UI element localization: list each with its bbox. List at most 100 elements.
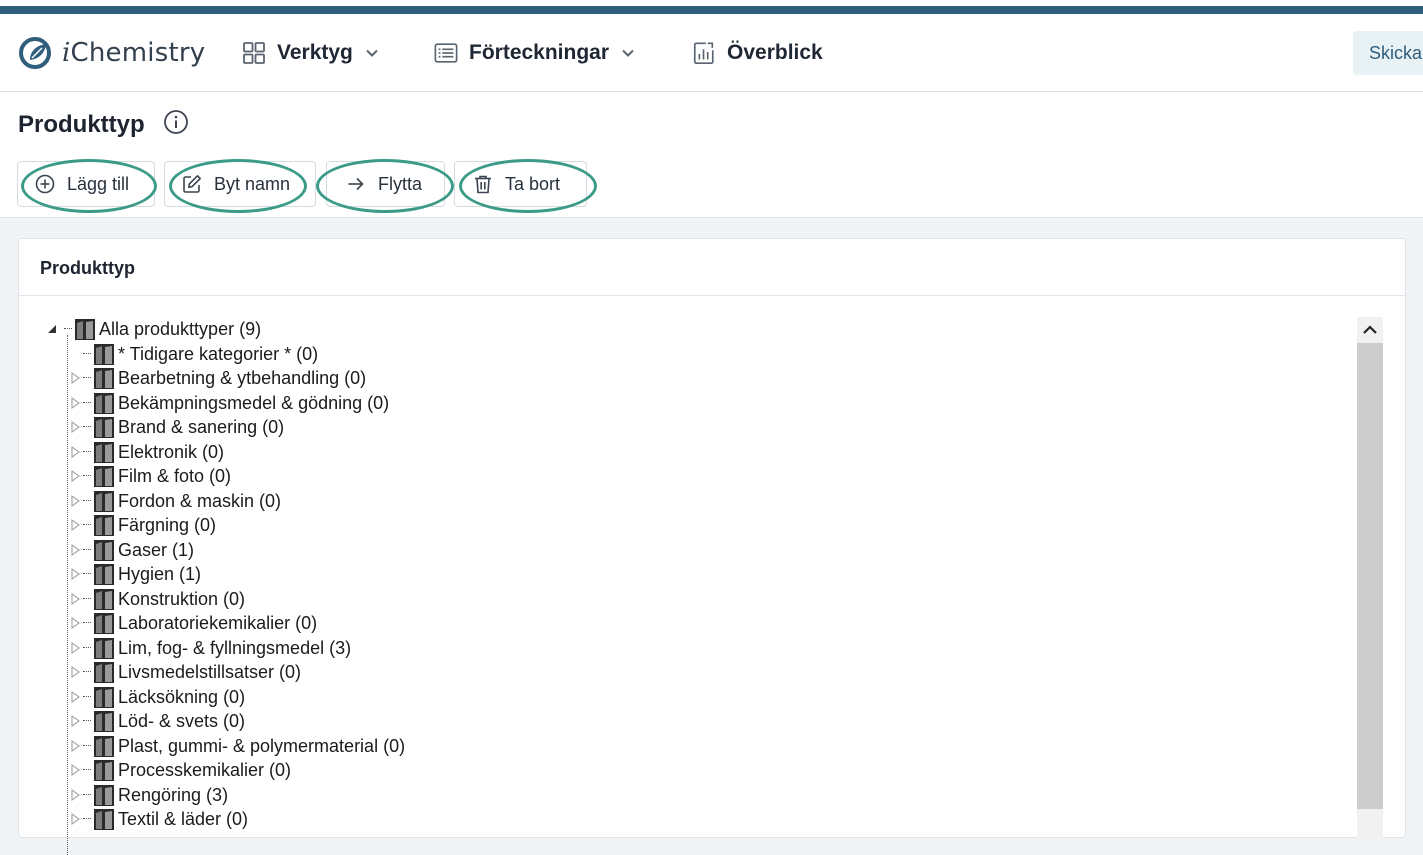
brand-rest: Chemistry — [70, 38, 206, 68]
tree-node-label: Fordon & maskin (0) — [118, 490, 282, 511]
tree-connector — [83, 818, 91, 820]
tree-node-label: Hygien (1) — [118, 563, 202, 584]
collapsed-triangle-icon[interactable] — [71, 495, 80, 507]
accent-stripe — [0, 6, 1423, 14]
send-button[interactable]: Skicka — [1353, 31, 1423, 75]
delete-button[interactable]: Ta bort — [454, 161, 587, 207]
collapsed-triangle-icon[interactable] — [71, 544, 80, 556]
tree-node[interactable]: Konstruktion (0) — [71, 587, 245, 611]
top-accent-bar — [0, 0, 1423, 14]
info-icon[interactable] — [163, 109, 189, 135]
tree-node[interactable]: Elektronik (0) — [71, 440, 224, 464]
tree-node[interactable]: Gaser (1) — [71, 538, 194, 562]
tree-node[interactable]: * Tidigare kategorier * (0) — [71, 342, 318, 366]
arrow-right-icon — [348, 177, 364, 191]
tree-node-label: Färgning (0) — [118, 514, 217, 535]
collapsed-triangle-icon[interactable] — [71, 568, 80, 580]
nav-forteckningar-label: Förteckningar — [469, 41, 610, 64]
collapsed-triangle-icon[interactable] — [71, 593, 80, 605]
tree-node[interactable]: Livsmedelstillsatser (0) — [71, 660, 301, 684]
tree-root-node[interactable]: Alla produkttyper (9) — [46, 317, 261, 341]
tree-connector — [83, 426, 91, 428]
tree-node[interactable]: Plast, gummi- & polymermaterial (0) — [71, 734, 405, 758]
tree-node-label: Plast, gummi- & polymermaterial (0) — [118, 735, 406, 756]
collapsed-triangle-icon[interactable] — [71, 715, 80, 727]
tree-connector — [83, 475, 91, 477]
add-button[interactable]: Lägg till — [17, 161, 155, 207]
folder-icon — [94, 589, 114, 610]
rename-button[interactable]: Byt namn — [164, 161, 316, 207]
collapsed-triangle-icon[interactable] — [71, 813, 80, 825]
tree-node[interactable]: Läcksökning (0) — [71, 685, 245, 709]
folder-icon — [94, 540, 114, 561]
collapsed-triangle-icon[interactable] — [71, 421, 80, 433]
tree-node[interactable]: Bearbetning & ytbehandling (0) — [71, 366, 366, 390]
panel-title: Produkttyp — [19, 239, 1405, 296]
tree-node[interactable]: Film & foto (0) — [71, 464, 231, 488]
collapsed-triangle-icon[interactable] — [71, 446, 80, 458]
expanded-triangle-icon[interactable] — [46, 323, 58, 335]
collapsed-triangle-icon[interactable] — [71, 691, 80, 703]
nav-forteckningar[interactable]: Förteckningar — [434, 38, 635, 68]
grid-icon — [243, 42, 265, 64]
tree-node[interactable]: Brand & sanering (0) — [71, 415, 284, 439]
tree-node-label: Bekämpningsmedel & gödning (0) — [118, 392, 390, 413]
folder-icon — [94, 344, 114, 365]
list-icon — [434, 43, 458, 63]
edit-icon — [183, 175, 201, 193]
collapsed-triangle-icon[interactable] — [71, 397, 80, 409]
tree-node[interactable]: Hygien (1) — [71, 562, 201, 586]
tree-node[interactable]: Laboratoriekemikalier (0) — [71, 611, 317, 635]
tree-node[interactable]: Färgning (0) — [71, 513, 216, 537]
tree-node-label: Elektronik (0) — [118, 441, 225, 462]
collapsed-triangle-icon[interactable] — [71, 764, 80, 776]
folder-icon — [94, 466, 114, 487]
folder-icon — [94, 785, 114, 806]
tree-node[interactable]: Processkemikalier (0) — [71, 758, 291, 782]
folder-icon — [94, 491, 114, 512]
folder-icon — [94, 368, 114, 389]
tree-node-label: Brand & sanering (0) — [118, 416, 285, 437]
tree-node-label: Processkemikalier (0) — [118, 759, 292, 780]
collapsed-triangle-icon[interactable] — [71, 470, 80, 482]
move-button[interactable]: Flytta — [326, 161, 445, 207]
tree-node-label: Löd- & svets (0) — [118, 710, 246, 731]
scroll-up-button[interactable] — [1357, 317, 1383, 343]
collapsed-triangle-icon[interactable] — [71, 642, 80, 654]
nav-verktyg[interactable]: Verktyg — [242, 38, 379, 68]
tree-scrollbar[interactable] — [1357, 317, 1383, 839]
tree-node-label: Textil & läder (0) — [118, 808, 249, 829]
collapsed-triangle-icon[interactable] — [71, 372, 80, 384]
tree-connector — [83, 524, 91, 526]
collapsed-triangle-icon[interactable] — [71, 666, 80, 678]
collapsed-triangle-icon[interactable] — [71, 789, 80, 801]
collapsed-triangle-icon[interactable] — [71, 519, 80, 531]
tree-connector — [64, 328, 72, 330]
tree-node[interactable]: Lim, fog- & fyllningsmedel (3) — [71, 636, 351, 660]
tree-guide-line — [67, 335, 68, 855]
tree-node[interactable]: Löd- & svets (0) — [71, 709, 245, 733]
collapsed-triangle-icon[interactable] — [71, 740, 80, 752]
tree-node-label: Lim, fog- & fyllningsmedel (3) — [118, 637, 352, 658]
tree-node-label: Film & foto (0) — [118, 465, 232, 486]
folder-icon — [94, 809, 114, 830]
scroll-thumb[interactable] — [1357, 343, 1383, 809]
tree-node-label: * Tidigare kategorier * (0) — [118, 343, 319, 364]
brand-logo[interactable]: iChemistry — [18, 36, 205, 70]
tree-node-label: Läcksökning (0) — [118, 686, 246, 707]
plus-circle-icon — [35, 174, 55, 194]
folder-icon — [94, 564, 114, 585]
delete-button-label: Ta bort — [505, 173, 561, 194]
tree-node-label: Gaser (1) — [118, 539, 195, 560]
folder-icon — [94, 515, 114, 536]
tree-node[interactable]: Rengöring (3) — [71, 783, 228, 807]
chevron-down-icon — [622, 49, 634, 57]
collapsed-triangle-icon[interactable] — [71, 617, 80, 629]
nav-overblick[interactable]: Överblick — [692, 38, 823, 68]
tree-node[interactable]: Fordon & maskin (0) — [71, 489, 281, 513]
tree-node[interactable]: Textil & läder (0) — [71, 807, 248, 831]
chevron-down-icon — [366, 49, 378, 57]
scroll-track-rest[interactable] — [1357, 809, 1383, 839]
tree-node[interactable]: Bekämpningsmedel & gödning (0) — [71, 391, 389, 415]
leaf-logo-icon — [19, 37, 51, 69]
